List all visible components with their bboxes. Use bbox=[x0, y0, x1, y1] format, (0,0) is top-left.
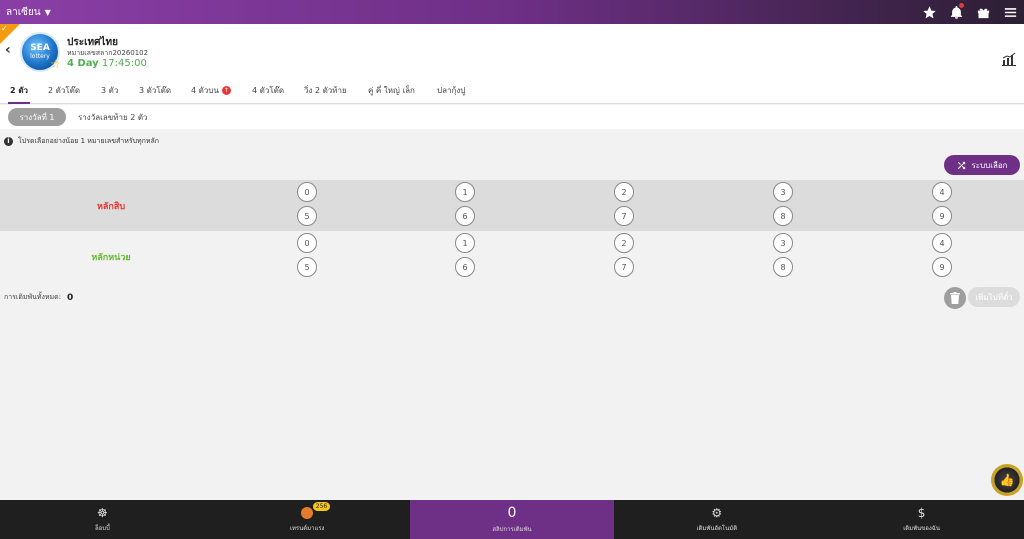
number-ball[interactable]: 3 bbox=[773, 182, 793, 202]
ferris-wheel-icon: ☸ bbox=[97, 506, 108, 520]
gift-icon[interactable] bbox=[975, 4, 991, 20]
total-bets-value: 0 bbox=[67, 292, 74, 303]
number-ball[interactable]: 7 bbox=[614, 206, 634, 226]
selection-notice: i โปรดเลือกอย่างน้อย 1 หมายเลขสำหรับทุกห… bbox=[4, 136, 159, 147]
number-ball[interactable]: 8 bbox=[773, 206, 793, 226]
bottom-nav: ☸ ล็อบบี้ 256 เทรนด์มาแรง 0 สลิปการเดิมพ… bbox=[0, 500, 1024, 539]
trending-badge: 256 bbox=[312, 502, 331, 511]
star-icon[interactable] bbox=[921, 4, 937, 20]
nav-lobby[interactable]: ☸ ล็อบบี้ bbox=[0, 500, 205, 539]
clear-button[interactable] bbox=[944, 287, 966, 309]
subtab-first-prize[interactable]: รางวัลที่ 1 bbox=[8, 108, 66, 126]
thumbs-up-icon: ✓ bbox=[1, 24, 8, 33]
bet-type-tabs: 2 ตัว 2 ตัวโต๊ด 3 ตัว 3 ตัวโต๊ด 4 ตัวบน ↑… bbox=[0, 77, 1024, 104]
menu-icon[interactable] bbox=[1002, 4, 1018, 20]
nav-auto-bet[interactable]: ⚙ เดิมพันอัตโนมัติ bbox=[614, 500, 819, 539]
number-ball[interactable]: 6 bbox=[455, 206, 475, 226]
floating-support-button[interactable]: 👍 bbox=[991, 464, 1023, 496]
tab-4-digit-tod[interactable]: 4 ตัวโต๊ด bbox=[252, 77, 284, 104]
number-ball[interactable]: 1 bbox=[455, 182, 475, 202]
tab-fish-shrimp-crab[interactable]: ปลากุ้งปู bbox=[437, 77, 465, 104]
number-ball[interactable]: 0 bbox=[297, 182, 317, 202]
number-ball[interactable]: 6 bbox=[455, 257, 475, 277]
number-ball[interactable]: 0 bbox=[297, 233, 317, 253]
back-arrow-icon[interactable]: ‹ bbox=[5, 42, 11, 58]
subtab-last-2-digits[interactable]: รางวัลเลขท้าย 2 ตัว bbox=[78, 111, 148, 124]
number-ball[interactable]: 5 bbox=[297, 206, 317, 226]
prize-subtabs: รางวัลที่ 1 รางวัลเลขท้าย 2 ตัว bbox=[0, 105, 1024, 129]
notification-dot bbox=[959, 3, 964, 8]
number-ball[interactable]: 9 bbox=[932, 206, 952, 226]
info-icon: i bbox=[4, 137, 13, 146]
number-ball[interactable]: 5 bbox=[297, 257, 317, 277]
hot-up-icon: ↑ bbox=[221, 86, 231, 95]
favorite-star-icon[interactable]: ☆ bbox=[50, 57, 61, 71]
number-ball[interactable]: 1 bbox=[455, 233, 475, 253]
language-label: ลาเซียน bbox=[6, 6, 41, 18]
thumbs-up-icon: 👍 bbox=[999, 473, 1015, 487]
tab-2-digit-tod[interactable]: 2 ตัวโต๊ด bbox=[48, 77, 80, 104]
tab-run-2-last[interactable]: วิ่ง 2 ตัวท้าย bbox=[304, 77, 347, 104]
nav-my-bets[interactable]: $ เดิมพันของฉัน bbox=[819, 500, 1024, 539]
top-bar: ลาเซียน ▼ bbox=[0, 0, 1024, 24]
gear-icon: ⚙ bbox=[711, 506, 723, 520]
hot-coin-icon bbox=[300, 506, 314, 520]
add-to-ticket-button[interactable]: เพิ่มไปที่ตั๋ว bbox=[968, 287, 1020, 307]
total-bets: การเดิมพันทั้งหมด: 0 bbox=[4, 292, 74, 303]
bet-slip-count: 0 bbox=[507, 504, 517, 521]
tab-2-digit[interactable]: 2 ตัว bbox=[7, 77, 31, 104]
tens-digit-row: หลักสิบ 0 1 2 3 4 5 6 7 8 9 bbox=[0, 180, 1024, 231]
chart-bars-icon[interactable] bbox=[1002, 52, 1016, 66]
tab-3-digit[interactable]: 3 ตัว bbox=[101, 77, 118, 104]
caret-down-icon: ▼ bbox=[44, 7, 51, 17]
trash-icon bbox=[950, 292, 960, 304]
units-digit-row: หลักหน่วย 0 1 2 3 4 5 6 7 8 9 bbox=[0, 231, 1024, 282]
tens-label: หลักสิบ bbox=[96, 202, 126, 212]
number-ball[interactable]: 2 bbox=[614, 233, 634, 253]
tab-odd-even-big-small[interactable]: คู่ คี่ ใหญ่ เล็ก bbox=[368, 77, 415, 104]
tab-3-digit-tod[interactable]: 3 ตัวโต๊ด bbox=[139, 77, 171, 104]
shuffle-icon bbox=[958, 161, 966, 169]
random-select-button[interactable]: ระบบเลือก bbox=[944, 155, 1020, 175]
number-ball[interactable]: 9 bbox=[932, 257, 952, 277]
number-ball[interactable]: 7 bbox=[614, 257, 634, 277]
units-label: หลักหน่วย bbox=[91, 253, 131, 263]
tab-4-digit-top[interactable]: 4 ตัวบน ↑ bbox=[191, 77, 231, 104]
dollar-icon: $ bbox=[917, 506, 926, 520]
nav-bet-slip[interactable]: 0 สลิปการเดิมพัน bbox=[409, 500, 615, 539]
number-ball[interactable]: 3 bbox=[773, 233, 793, 253]
countdown: 4 Day 17:45:00 bbox=[67, 58, 147, 69]
number-ball[interactable]: 4 bbox=[932, 233, 952, 253]
lottery-header: ✓ ‹ SEA lottery ☆ ประเทศไทย หมายเลขสลาก2… bbox=[0, 24, 1024, 77]
number-ball[interactable]: 2 bbox=[614, 182, 634, 202]
bell-icon[interactable] bbox=[948, 3, 964, 20]
number-ball[interactable]: 8 bbox=[773, 257, 793, 277]
nav-trending[interactable]: 256 เทรนด์มาแรง bbox=[205, 500, 410, 539]
language-selector[interactable]: ลาเซียน ▼ bbox=[6, 5, 51, 20]
number-ball[interactable]: 4 bbox=[932, 182, 952, 202]
